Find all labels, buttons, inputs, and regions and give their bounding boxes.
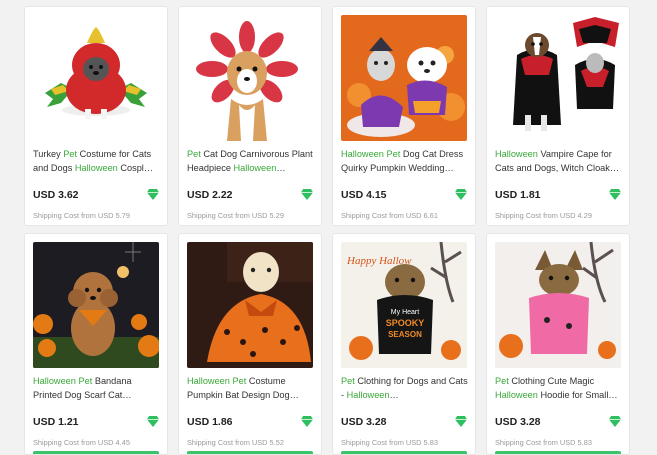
product-card[interactable]: Happy Hallow My Heart SPOOKY SEASON Pet … [332, 233, 476, 455]
card-accent-bar [341, 451, 467, 454]
diamond-gem-icon [301, 189, 313, 200]
shipping-cost: Shipping Cost from USD 6.61 [341, 211, 438, 220]
product-card[interactable]: Halloween Pet Costume Pumpkin Bat Design… [178, 233, 322, 455]
product-price: USD 2.22 [187, 189, 233, 201]
product-image[interactable] [341, 15, 467, 141]
shipping-cost: Shipping Cost from USD 5.83 [341, 438, 438, 447]
product-card[interactable]: Halloween Vampire Cape for Cats and Dogs… [486, 6, 630, 226]
product-price: USD 1.86 [187, 416, 233, 428]
product-image[interactable]: Happy Hallow My Heart SPOOKY SEASON [341, 242, 467, 368]
product-price: USD 4.15 [341, 189, 387, 201]
title-keyword: Pet [187, 149, 201, 159]
shipping-cost: Shipping Cost from USD 4.29 [495, 211, 592, 220]
product-card[interactable]: Halloween Pet Bandana Printed Dog Scarf … [24, 233, 168, 455]
title-keyword: Pet [341, 376, 355, 386]
title-keyword: Halloween [233, 162, 277, 173]
product-image[interactable] [495, 242, 621, 368]
product-price: USD 1.21 [33, 416, 79, 428]
diamond-gem-icon [609, 189, 621, 200]
title-keyword: Pet [495, 376, 509, 386]
product-card[interactable]: Pet Clothing Cute Magic Halloween Hoodie… [486, 233, 630, 455]
title-keyword: Halloween [495, 389, 538, 400]
diamond-gem-icon [147, 416, 159, 427]
product-title[interactable]: Turkey Pet Costume for Cats and Dogs Hal… [33, 148, 161, 178]
shipping-cost: Shipping Cost from USD 5.83 [495, 438, 592, 447]
title-text: Turkey [33, 149, 64, 159]
card-accent-bar [33, 451, 159, 454]
product-title[interactable]: Halloween Pet Dog Cat Dress Quirky Pumpk… [341, 148, 469, 178]
product-card[interactable]: Halloween Pet Dog Cat Dress Quirky Pumpk… [332, 6, 476, 226]
diamond-gem-icon [301, 416, 313, 427]
product-title[interactable]: Halloween Pet Bandana Printed Dog Scarf … [33, 375, 161, 405]
title-text: Cospl… [117, 162, 154, 173]
product-card[interactable]: Pet Cat Dog Carnivorous Plant Headpiece … [178, 6, 322, 226]
shipping-cost: Shipping Cost from USD 5.29 [187, 211, 284, 220]
product-image[interactable] [187, 242, 313, 368]
product-price: USD 1.81 [495, 189, 541, 201]
title-keyword: Halloween [74, 162, 118, 173]
title-keyword: Halloween [341, 149, 384, 159]
diamond-gem-icon [609, 416, 621, 427]
product-image[interactable] [187, 15, 313, 141]
title-keyword: Pet [232, 376, 247, 386]
product-image[interactable] [33, 242, 159, 368]
card-accent-bar [187, 451, 313, 454]
title-keyword: Pet [78, 376, 93, 386]
title-text: … [276, 162, 286, 173]
title-keyword: Halloween [33, 376, 76, 386]
product-grid: Turkey Pet Costume for Cats and Dogs Hal… [0, 0, 657, 455]
title-keyword: Halloween [346, 389, 390, 400]
product-price: USD 3.28 [495, 416, 541, 428]
product-title[interactable]: Pet Clothing for Dogs and Cats - Hallowe… [341, 375, 469, 405]
product-price: USD 3.62 [33, 189, 79, 201]
shipping-cost: Shipping Cost from USD 5.52 [187, 438, 284, 447]
product-card[interactable]: Turkey Pet Costume for Cats and Dogs Hal… [24, 6, 168, 226]
shipping-cost: Shipping Cost from USD 5.79 [33, 211, 130, 220]
title-text: … [389, 389, 399, 400]
product-title[interactable]: Halloween Vampire Cape for Cats and Dogs… [495, 148, 623, 178]
product-image[interactable] [33, 15, 159, 141]
hoodie-text-1: My Heart [391, 309, 419, 316]
title-text: Hoodie for Small… [537, 389, 618, 400]
hoodie-text-2: SPOOKY [386, 318, 425, 328]
hoodie-text-3: SEASON [388, 330, 422, 339]
title-keyword: Pet [386, 149, 401, 159]
diamond-gem-icon [147, 189, 159, 200]
card-accent-bar [495, 451, 621, 454]
diamond-gem-icon [455, 189, 467, 200]
title-keyword: Halloween [187, 376, 230, 386]
shipping-cost: Shipping Cost from USD 4.45 [33, 438, 130, 447]
product-title[interactable]: Pet Cat Dog Carnivorous Plant Headpiece … [187, 148, 315, 178]
title-keyword: Pet [63, 149, 78, 159]
product-title[interactable]: Halloween Pet Costume Pumpkin Bat Design… [187, 375, 315, 405]
product-price: USD 3.28 [341, 416, 387, 428]
diamond-gem-icon [455, 416, 467, 427]
title-text: Clothing Cute Magic [508, 376, 595, 386]
product-image[interactable] [495, 15, 621, 141]
product-title[interactable]: Pet Clothing Cute Magic Halloween Hoodie… [495, 375, 623, 405]
title-keyword: Halloween [495, 149, 538, 159]
